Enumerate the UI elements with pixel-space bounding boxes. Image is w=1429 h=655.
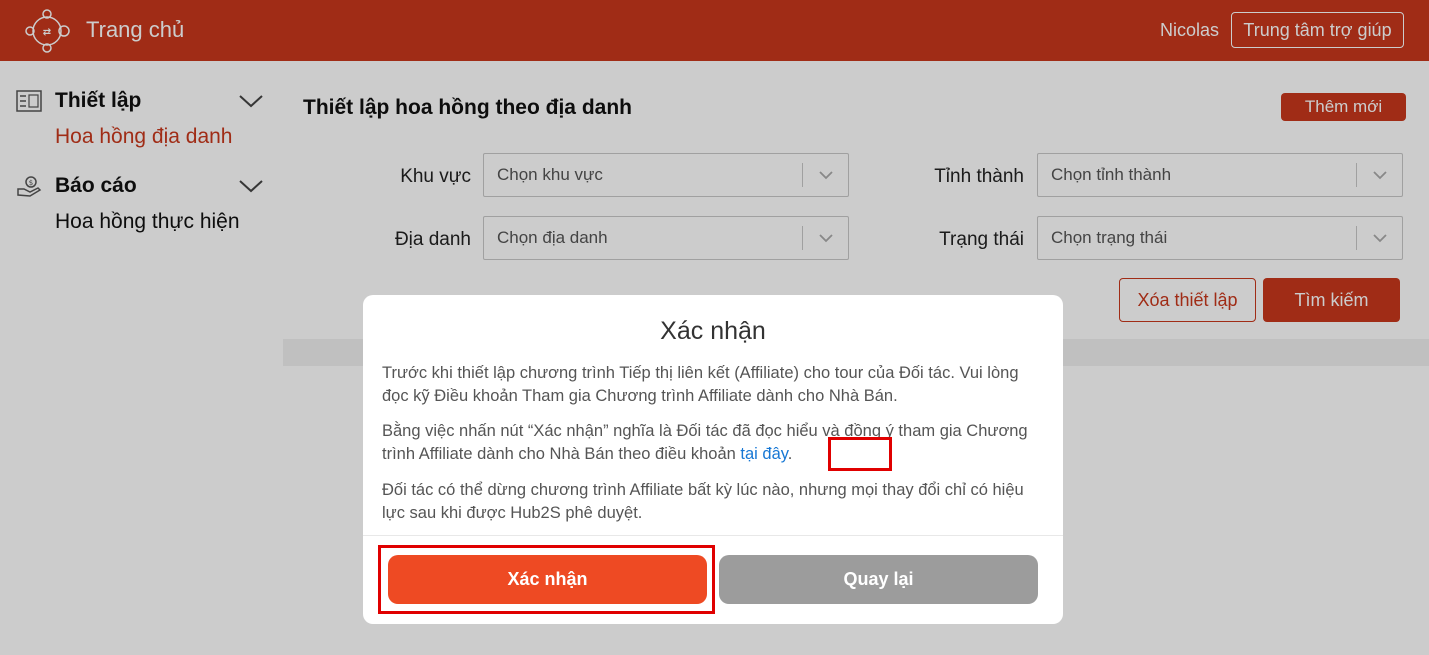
dialog-paragraph-intro: Trước khi thiết lập chương trình Tiếp th…	[382, 364, 1019, 405]
confirm-button[interactable]: Xác nhận	[388, 555, 707, 604]
dialog-paragraph-note: Đối tác có thể dừng chương trình Affilia…	[382, 481, 1024, 522]
terms-link[interactable]: tại đây	[740, 445, 787, 463]
dialog-paragraph-agreement: Bằng việc nhấn nút “Xác nhận” nghĩa là Đ…	[382, 420, 1047, 466]
agreement-end: .	[787, 445, 793, 463]
back-button[interactable]: Quay lại	[719, 555, 1038, 604]
agreement-text: Bằng việc nhấn nút “Xác nhận” nghĩa là Đ…	[382, 422, 1028, 463]
dialog-divider	[363, 535, 1063, 536]
terms-link-highlight	[828, 437, 892, 471]
dialog-title: Xác nhận	[660, 317, 766, 345]
confirm-dialog: Xác nhận Trước khi thiết lập chương trìn…	[363, 295, 1063, 624]
